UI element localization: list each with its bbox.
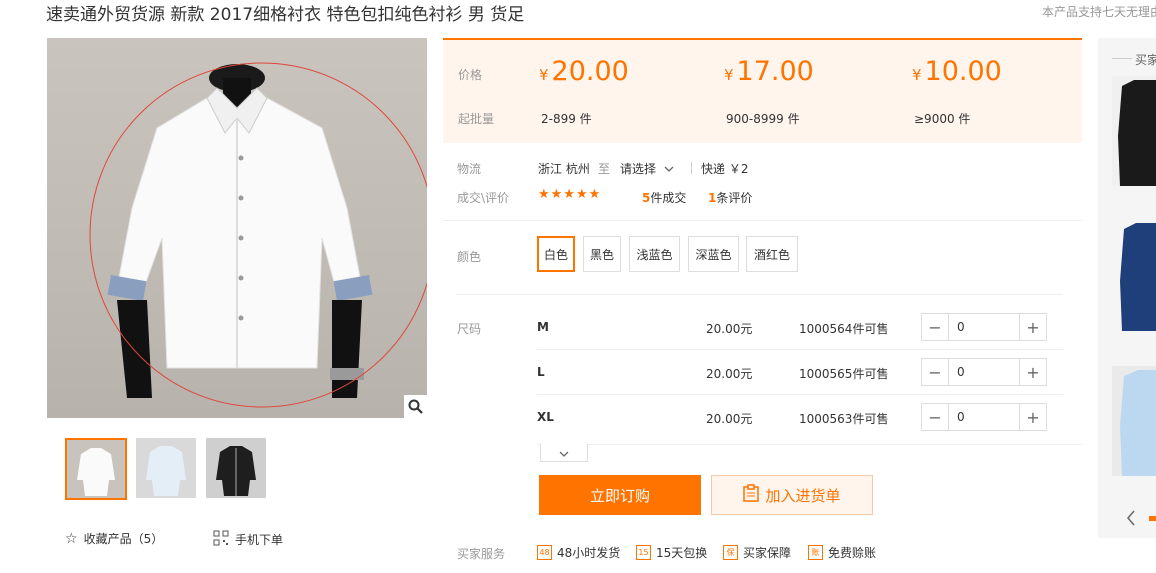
quantity-input[interactable]: 0 [948,314,1020,340]
services-label: 买家服务 [457,547,506,561]
plus-button[interactable]: + [1020,404,1046,430]
color-option-white[interactable]: 白色 [537,236,575,272]
review-count[interactable]: 1条评价 [708,189,752,206]
favorite-button[interactable]: ☆ 收藏产品（5） [65,530,163,547]
size-name: L [537,365,545,379]
color-option-light-blue[interactable]: 浅蓝色 [629,236,680,272]
price-tier-1: ¥20.00 [539,56,629,87]
quantity-input[interactable]: 0 [948,404,1020,430]
add-to-cart-label: 加入进货单 [765,486,841,505]
reviews-label: 成交\评价 [457,191,510,205]
magnifier-icon[interactable] [404,395,427,418]
add-to-cart-button[interactable]: 加入进货单 [711,475,873,515]
to-word: 至 [598,162,611,176]
quantity-stepper: − 0 + [921,313,1047,341]
chevron-left-icon[interactable] [1126,510,1136,530]
chevron-down-icon [664,162,674,176]
size-name: M [537,320,549,334]
recommend-item-light-blue-shirt[interactable] [1112,366,1156,476]
moq-label: 起批量 [458,112,495,126]
destination-select[interactable]: 请选择 [620,160,674,177]
sidebar-title: 买家 [1135,53,1156,67]
thumbnail-light-blue-shirt[interactable] [136,438,196,498]
quantity-stepper: − 0 + [921,403,1047,431]
minus-button[interactable]: − [922,314,948,340]
return-policy-notice: 本产品支持七天无理由 [1042,5,1156,19]
mobile-order-label: 手机下单 [235,533,284,547]
price-tier-3: ¥10.00 [912,56,1002,87]
row-divider [537,394,1063,395]
recommend-item-black-shirt[interactable] [1112,76,1156,186]
size-label: 尺码 [457,322,482,336]
service-item: 保 买家保障 [723,544,791,561]
price-tier-2: ¥17.00 [724,56,814,87]
favorite-label: 收藏产品（5） [83,532,164,546]
credit-icon: 账 [808,545,823,560]
carousel-indicator[interactable] [1149,516,1156,521]
minus-button[interactable]: − [922,359,948,385]
star-outline-icon: ☆ [65,530,78,547]
price-label: 价格 [458,68,483,82]
size-stock: 1000565件可售 [799,367,889,381]
range-tier-1: 2-899 件 [541,112,592,126]
divider [691,162,692,174]
size-name: XL [537,410,554,424]
size-stock: 1000564件可售 [799,322,889,336]
deals-count[interactable]: 5件成交 [642,189,686,206]
color-option-burgundy[interactable]: 酒红色 [746,236,798,272]
express-fee: 快递 ￥2 [701,162,749,176]
plus-button[interactable]: + [1020,314,1046,340]
logistics-label: 物流 [457,162,482,176]
range-tier-3: ≥9000 件 [914,112,971,126]
size-price: 20.00元 [706,367,753,381]
sidebar-title-line [1112,58,1132,59]
rating-stars: ★★★★★ [538,187,602,202]
price-panel [443,38,1082,143]
15-day-icon: 15 [636,545,651,560]
quantity-input[interactable]: 0 [948,359,1020,385]
row-divider [537,349,1063,350]
shirt-illustration [89,62,427,408]
plus-button[interactable]: + [1020,359,1046,385]
section-divider [456,294,1063,295]
48h-icon: 48 [537,545,552,560]
row-divider [537,444,1082,445]
color-label: 颜色 [457,250,482,264]
color-option-black[interactable]: 黑色 [583,236,621,272]
thumbnail-black-shirt[interactable] [206,438,266,498]
recommend-item-navy-shirt[interactable] [1112,221,1156,331]
minus-button[interactable]: − [922,404,948,430]
mobile-order-button[interactable]: 手机下单 [213,530,283,549]
thumbnail-white-shirt[interactable] [65,438,127,500]
qr-code-icon [213,530,229,549]
expand-sizes-button[interactable] [540,444,588,462]
clipboard-icon [743,484,760,506]
product-title: 速卖通外贸货源 新款 2017细格衬衣 特色包扣纯色衬衫 男 货足 [46,5,525,25]
color-option-dark-blue[interactable]: 深蓝色 [688,236,739,272]
size-stock: 1000563件可售 [799,412,889,426]
service-item: 15 15天包换 [636,544,707,561]
section-divider [443,220,1082,221]
size-price: 20.00元 [706,412,753,426]
chevron-down-icon [559,443,569,462]
main-product-image[interactable] [47,38,427,418]
size-price: 20.00元 [706,322,753,336]
ship-from: 浙江 杭州 [538,162,590,176]
guarantee-icon: 保 [723,545,738,560]
range-tier-2: 900-8999 件 [726,112,800,126]
service-item: 账 免费赊账 [808,544,876,561]
quantity-stepper: − 0 + [921,358,1047,386]
service-item: 48 48小时发货 [537,544,620,561]
order-now-button[interactable]: 立即订购 [539,475,701,515]
